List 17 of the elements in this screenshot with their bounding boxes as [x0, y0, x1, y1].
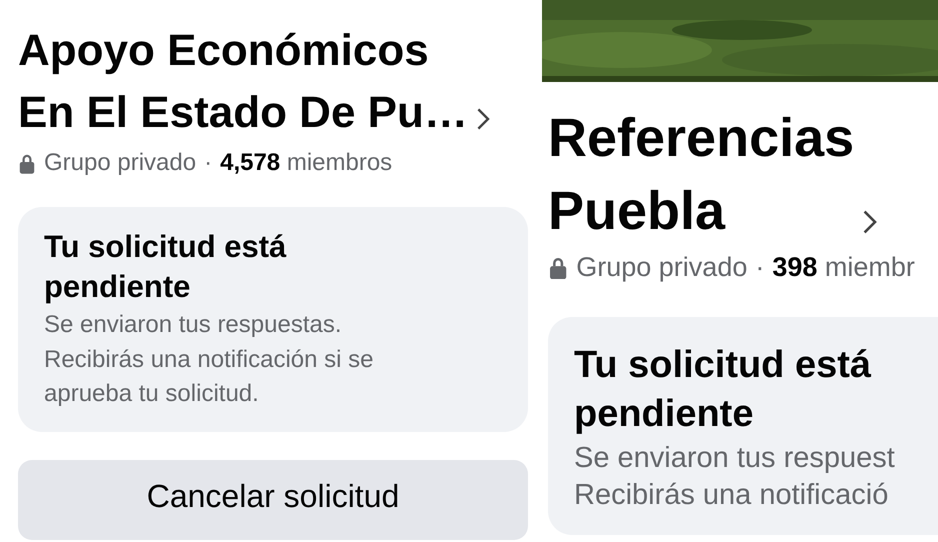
cancel-request-button[interactable]: Cancelar solicitud [18, 460, 528, 540]
group-privacy: Grupo privado [44, 149, 196, 178]
separator: · [755, 252, 764, 283]
member-count: 4,578 miembros [220, 149, 392, 178]
separator: · [204, 149, 212, 178]
request-message: Se enviaron tus respuest Recibirás una notificació [574, 440, 896, 514]
lock-icon [18, 152, 36, 174]
lock-icon [548, 256, 568, 279]
group-title: Referencias Puebla [548, 102, 938, 248]
group-privacy: Grupo privado [576, 252, 748, 283]
member-count: 398 miembr [772, 252, 915, 283]
chevron-right-icon[interactable] [862, 208, 878, 235]
request-title: Tu solicitud está pendiente [574, 342, 872, 438]
request-title: Tu solicitud está pendiente [44, 228, 288, 306]
group-title: Apoyo Económicos En El Estado De Pu… [18, 20, 528, 144]
request-message: Se enviaron tus respuestas. Recibirás una notificación si se aprueba tu solicitud. [44, 310, 374, 410]
chevron-right-icon[interactable] [476, 107, 490, 132]
